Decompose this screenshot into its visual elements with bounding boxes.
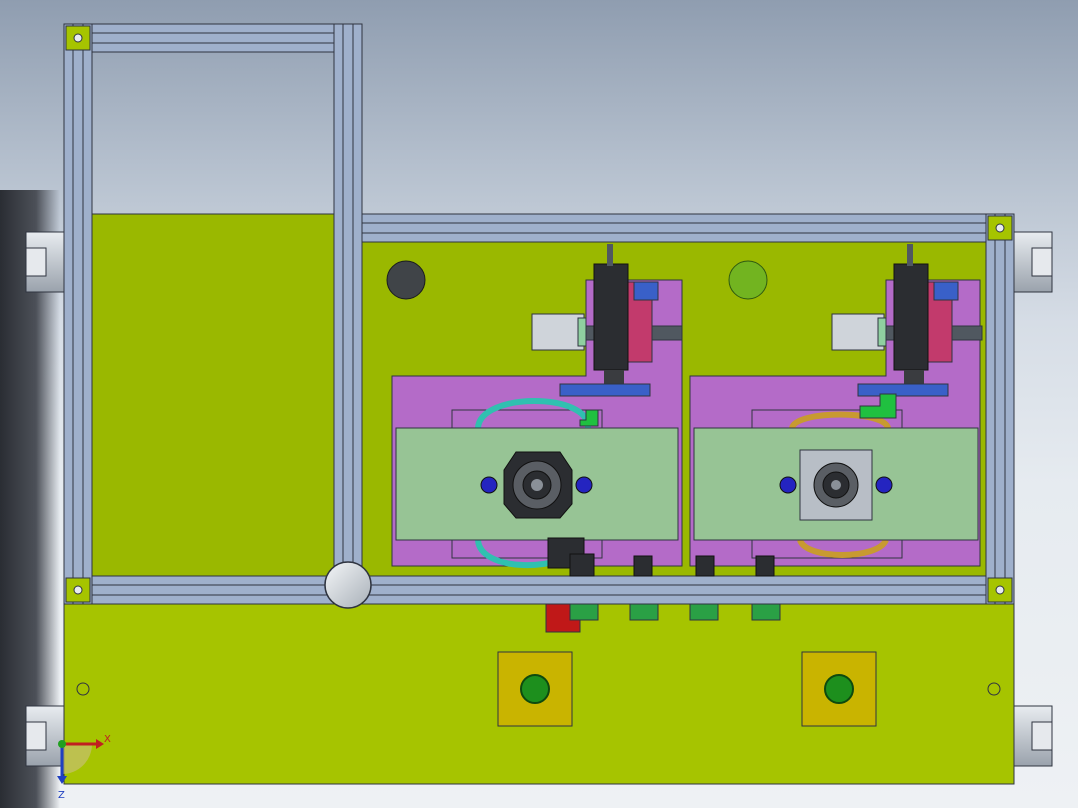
corner-connector-icon xyxy=(987,577,1013,603)
frame-profile-right xyxy=(985,213,1015,605)
cable-connector xyxy=(629,603,659,621)
frame-profile-middle xyxy=(63,575,1015,605)
linear-actuator xyxy=(893,263,929,371)
frame-profile-top-right xyxy=(333,213,1015,243)
leveling-foot-bottom-right xyxy=(1011,705,1053,767)
sensor-green[interactable] xyxy=(728,260,768,300)
corner-connector-icon xyxy=(987,215,1013,241)
assembly-view[interactable]: X Z xyxy=(0,0,1078,808)
frame-profile-center xyxy=(333,23,363,605)
leveling-foot-top-left xyxy=(25,231,67,293)
axis-label-z: Z xyxy=(58,790,65,801)
corner-connector-icon xyxy=(65,577,91,603)
sensor-dark[interactable] xyxy=(386,260,426,300)
axis-label-x: X xyxy=(104,734,111,745)
push-button-icon[interactable] xyxy=(497,651,573,727)
leveling-foot-top-right xyxy=(1011,231,1053,293)
linear-actuator xyxy=(593,263,629,371)
frame-profile-top-left xyxy=(63,23,363,53)
corner-connector-icon xyxy=(65,25,91,51)
cable-connector xyxy=(751,603,781,621)
leveling-foot-bottom-left xyxy=(25,705,67,767)
push-button-icon[interactable] xyxy=(801,651,877,727)
cable-connector xyxy=(569,603,599,621)
frame-profile-left xyxy=(63,23,93,605)
cable-connector xyxy=(689,603,719,621)
cad-viewport[interactable]: X Z xyxy=(0,0,1078,808)
frame-ball-joint xyxy=(324,561,372,609)
